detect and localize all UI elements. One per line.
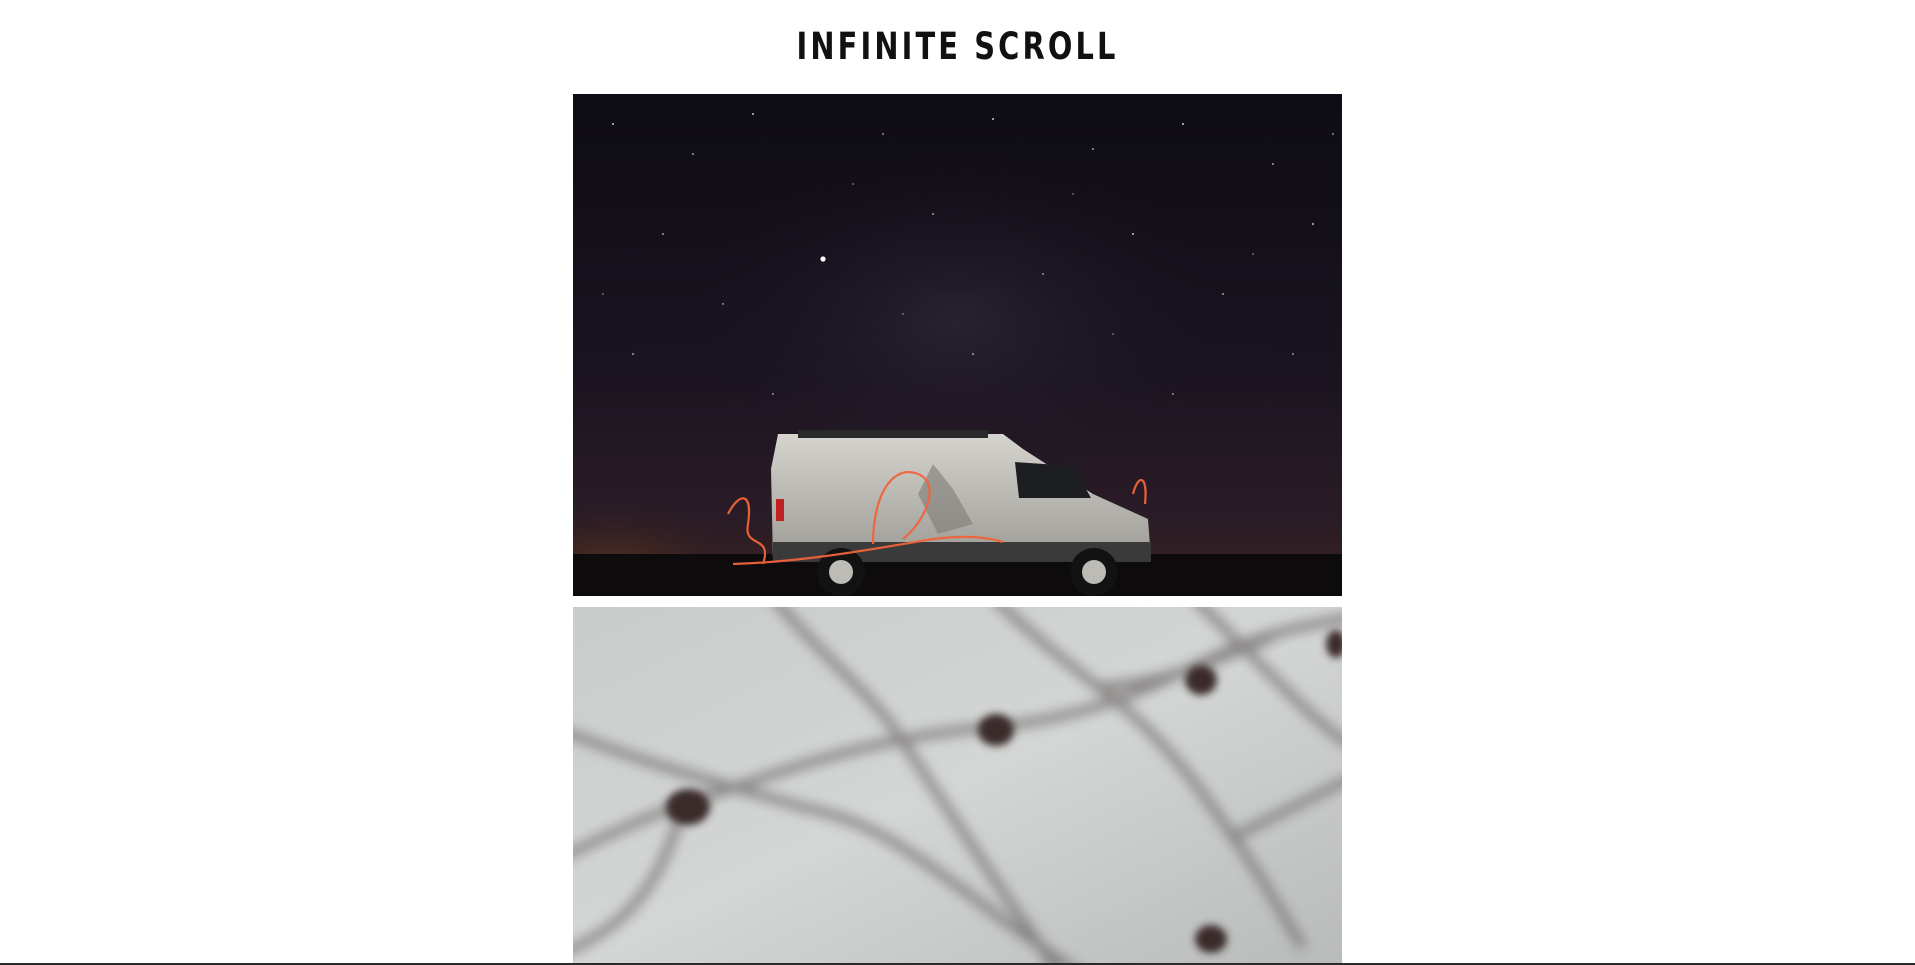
net-closeup-photo (573, 607, 1342, 965)
feed-image-net-closeup[interactable] (573, 607, 1342, 965)
infinite-scroll-page: INFINITE SCROLL (0, 0, 1915, 965)
van-night-photo (573, 94, 1342, 596)
feed-image-van-night[interactable] (573, 94, 1342, 596)
page-title: INFINITE SCROLL (796, 25, 1119, 68)
